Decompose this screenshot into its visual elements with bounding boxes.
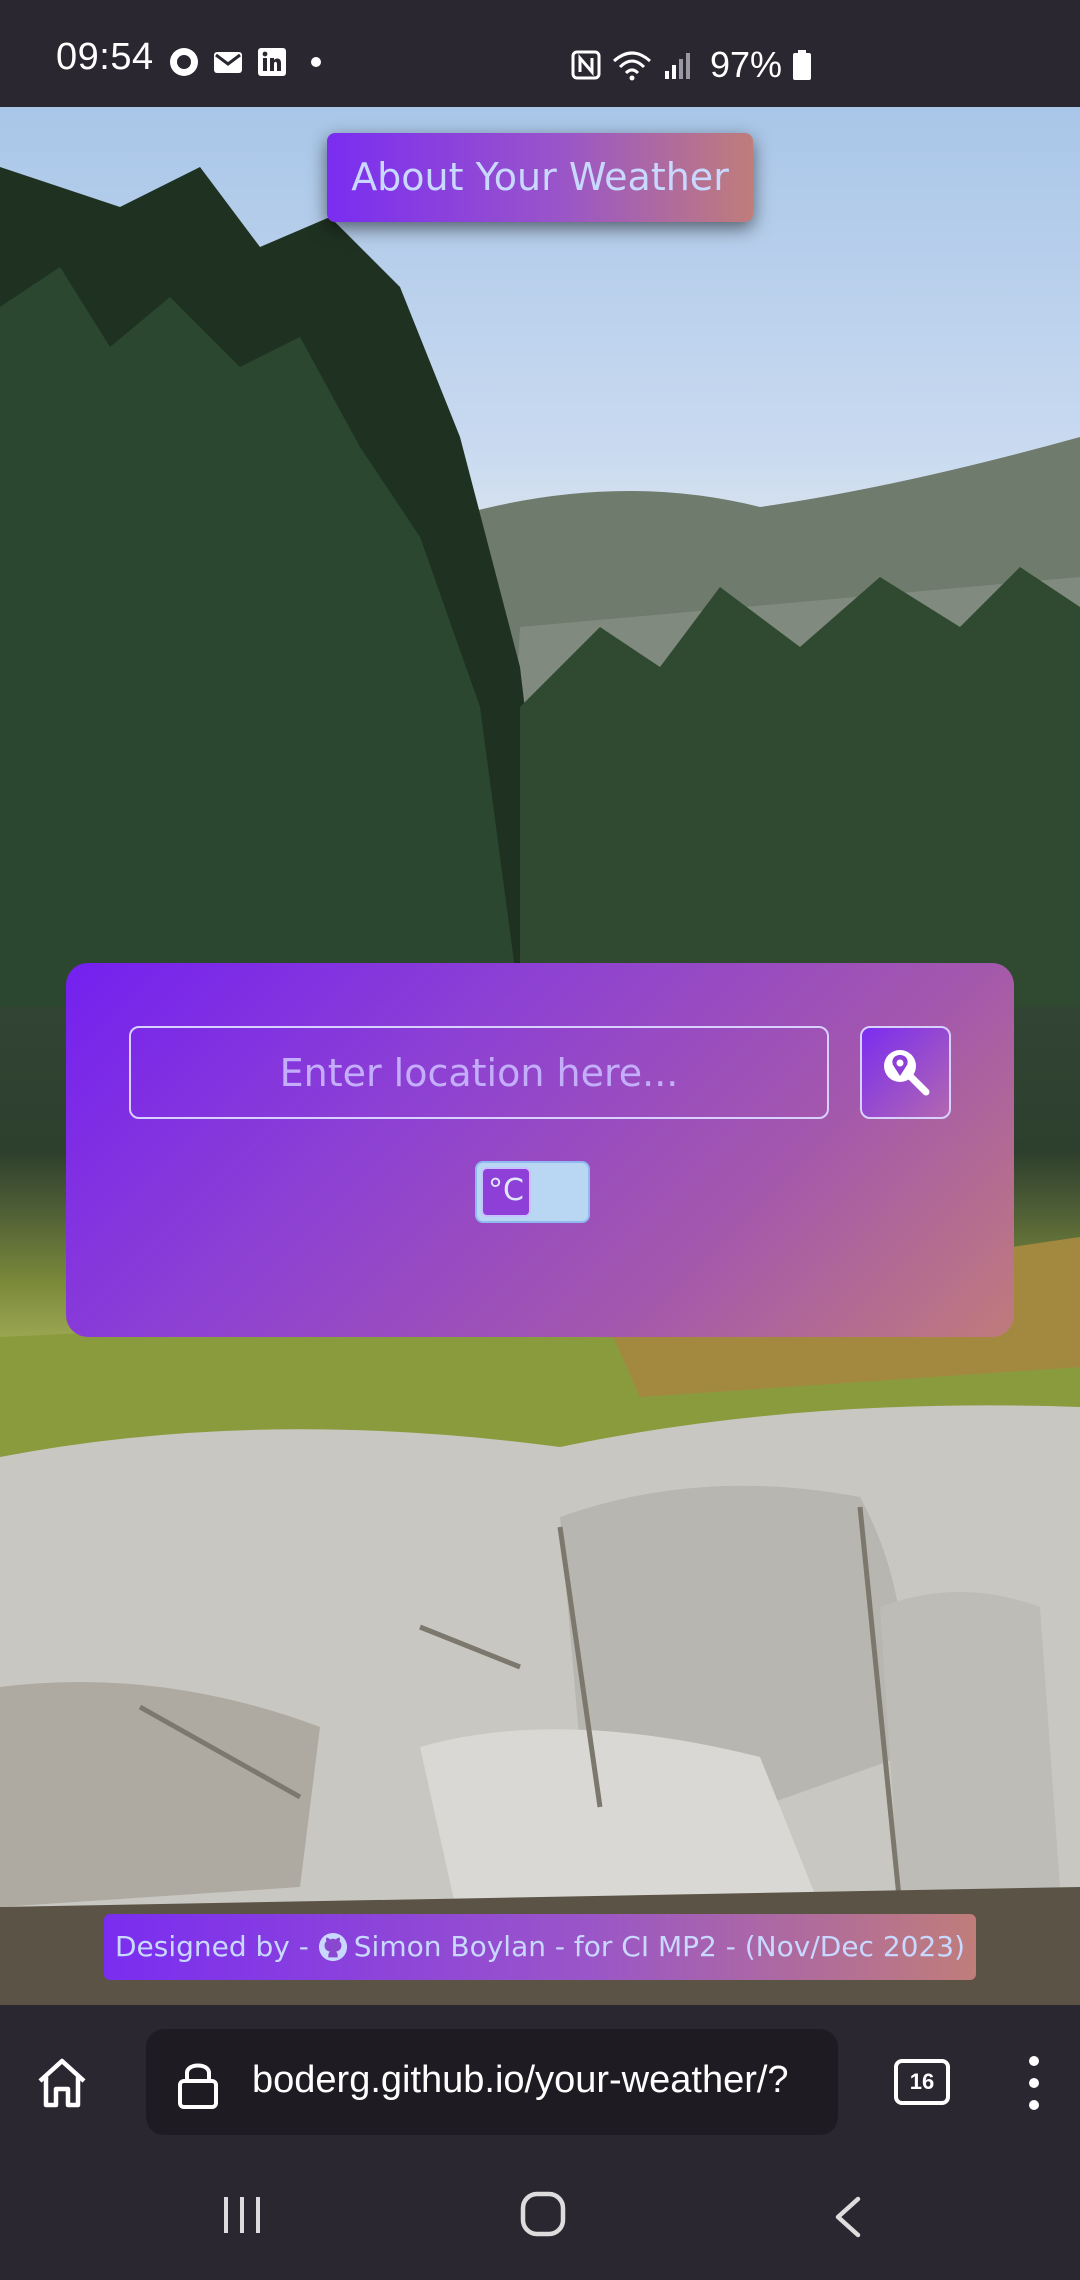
- author-link[interactable]: Simon Boylan - for CI MP2 - (Nov/Dec 202…: [354, 1930, 965, 1963]
- url-text: boderg.github.io/your-weather/?: [252, 2059, 789, 2101]
- home-icon[interactable]: [34, 2055, 90, 2111]
- recent-apps-icon[interactable]: [220, 2195, 264, 2235]
- screen: 09:54 97% About Your Weather Enter locat…: [0, 0, 1080, 2280]
- back-icon[interactable]: [830, 2195, 864, 2239]
- unit-label: °C: [481, 1167, 531, 1217]
- nfc-icon: [571, 50, 601, 80]
- more-options-icon[interactable]: [1016, 2053, 1052, 2113]
- status-bar: 09:54 97%: [0, 0, 1080, 107]
- battery-percent: 97%: [710, 44, 783, 85]
- tab-switcher-button[interactable]: 16: [894, 2059, 950, 2105]
- system-icons: 97%: [570, 44, 812, 86]
- temperature-unit-toggle[interactable]: °C: [475, 1161, 590, 1223]
- status-time: 09:54: [56, 36, 154, 78]
- nav-home-icon[interactable]: [520, 2191, 566, 2237]
- about-weather-button[interactable]: About Your Weather: [327, 133, 753, 222]
- battery-icon: [793, 50, 812, 80]
- github-icon[interactable]: [318, 1932, 348, 1962]
- system-navigation-bar: [0, 2155, 1080, 2280]
- credit-prefix: Designed by -: [114, 1930, 318, 1963]
- mail-icon: [214, 52, 242, 73]
- address-bar[interactable]: boderg.github.io/your-weather/?: [146, 2029, 838, 2135]
- footer-credit: Designed by - Simon Boylan - for CI MP2 …: [104, 1914, 976, 1980]
- location-search-input[interactable]: [129, 1026, 829, 1119]
- linkedin-icon: [258, 48, 286, 76]
- lock-icon: [178, 2063, 218, 2109]
- search-button[interactable]: [860, 1026, 951, 1119]
- notification-icons: [168, 46, 332, 78]
- wifi-icon: [613, 51, 651, 81]
- cellular-signal-icon: [665, 53, 690, 79]
- signal-app-icon: [170, 48, 198, 76]
- location-search-icon: [884, 1050, 930, 1096]
- browser-toolbar: boderg.github.io/your-weather/? 16: [0, 2005, 1080, 2155]
- dot-icon: [311, 57, 321, 67]
- search-card: °C: [66, 963, 1014, 1337]
